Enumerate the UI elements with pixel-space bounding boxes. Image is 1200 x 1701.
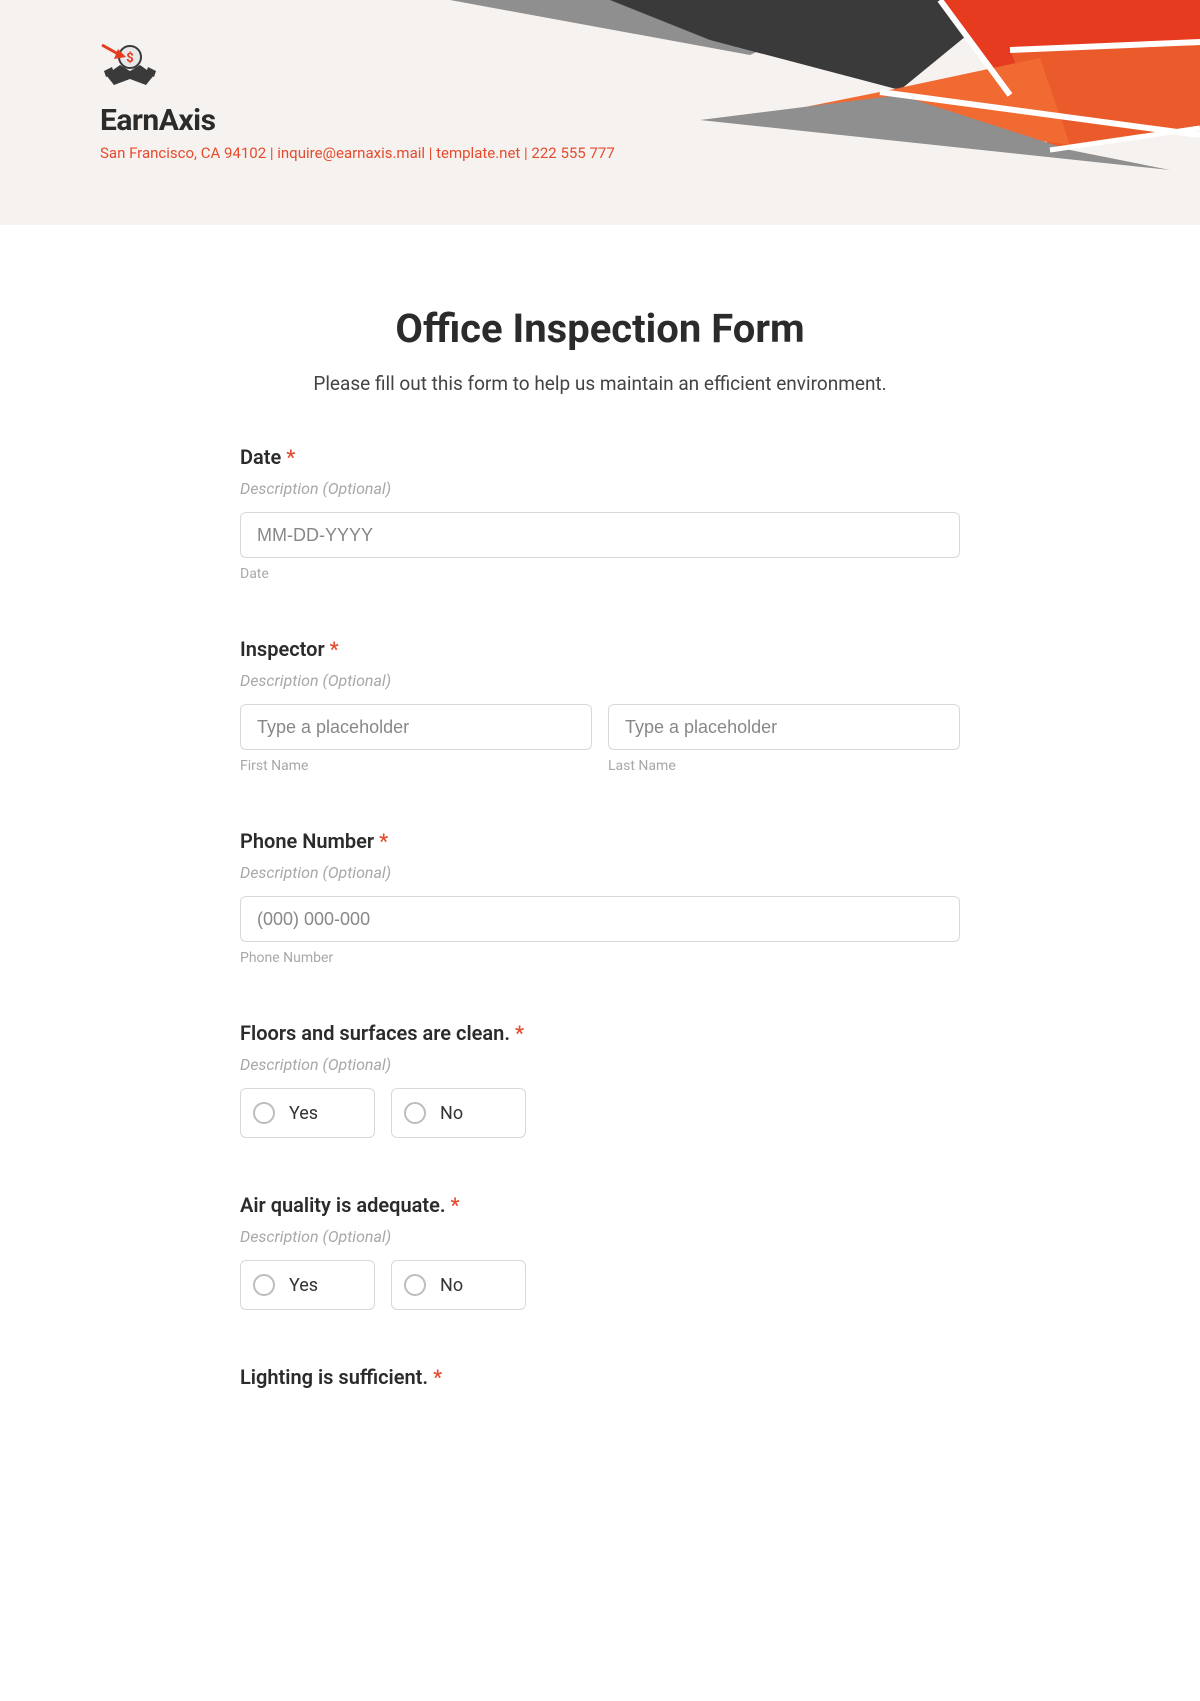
required-marker: * <box>379 829 388 853</box>
required-marker: * <box>433 1365 442 1389</box>
label-text: Lighting is sufficient. <box>240 1365 428 1389</box>
label-text: Floors and surfaces are clean. <box>240 1021 510 1045</box>
field-phone-label: Phone Number * <box>240 829 960 853</box>
inspector-last-name-input[interactable] <box>608 704 960 750</box>
field-floors-label: Floors and surfaces are clean. * <box>240 1021 960 1045</box>
field-air: Air quality is adequate. * Description (… <box>240 1193 960 1310</box>
radio-label: Yes <box>289 1275 318 1296</box>
brand-block: $ EarnAxis San Francisco, CA 94102 | inq… <box>100 35 615 162</box>
air-no-option[interactable]: No <box>391 1260 526 1310</box>
floors-no-option[interactable]: No <box>391 1088 526 1138</box>
radio-label: No <box>440 1275 463 1296</box>
field-date: Date * Description (Optional) Date <box>240 445 960 582</box>
floors-yes-option[interactable]: Yes <box>240 1088 375 1138</box>
radio-icon <box>253 1274 275 1296</box>
field-phone-desc: Description (Optional) <box>240 863 960 882</box>
brand-contact: San Francisco, CA 94102 | inquire@earnax… <box>100 144 615 162</box>
field-date-desc: Description (Optional) <box>240 479 960 498</box>
date-input[interactable] <box>240 512 960 558</box>
field-phone: Phone Number * Description (Optional) Ph… <box>240 829 960 966</box>
label-text: Date <box>240 445 281 469</box>
brand-name: EarnAxis <box>100 103 615 138</box>
field-date-label: Date * <box>240 445 960 469</box>
brand-logo-icon: $ <box>100 35 160 95</box>
field-inspector-desc: Description (Optional) <box>240 671 960 690</box>
svg-text:$: $ <box>126 51 133 66</box>
radio-icon <box>404 1274 426 1296</box>
field-lighting: Lighting is sufficient. * <box>240 1365 960 1389</box>
inspector-first-name-input[interactable] <box>240 704 592 750</box>
last-name-sublabel: Last Name <box>608 758 960 774</box>
date-sublabel: Date <box>240 566 960 582</box>
form-container: Office Inspection Form Please fill out t… <box>240 225 960 1439</box>
form-title: Office Inspection Form <box>240 305 960 352</box>
field-inspector-label: Inspector * <box>240 637 960 661</box>
air-yes-option[interactable]: Yes <box>240 1260 375 1310</box>
label-text: Air quality is adequate. <box>240 1193 446 1217</box>
required-marker: * <box>330 637 339 661</box>
required-marker: * <box>286 445 295 469</box>
radio-label: No <box>440 1103 463 1124</box>
field-air-label: Air quality is adequate. * <box>240 1193 960 1217</box>
label-text: Inspector <box>240 637 325 661</box>
field-lighting-label: Lighting is sufficient. * <box>240 1365 960 1389</box>
phone-sublabel: Phone Number <box>240 950 960 966</box>
required-marker: * <box>451 1193 460 1217</box>
radio-label: Yes <box>289 1103 318 1124</box>
form-subtitle: Please fill out this form to help us mai… <box>240 372 960 395</box>
field-air-desc: Description (Optional) <box>240 1227 960 1246</box>
field-inspector: Inspector * Description (Optional) First… <box>240 637 960 774</box>
phone-input[interactable] <box>240 896 960 942</box>
header-band: $ EarnAxis San Francisco, CA 94102 | inq… <box>0 0 1200 225</box>
label-text: Phone Number <box>240 829 374 853</box>
radio-icon <box>404 1102 426 1124</box>
field-floors-desc: Description (Optional) <box>240 1055 960 1074</box>
field-floors: Floors and surfaces are clean. * Descrip… <box>240 1021 960 1138</box>
first-name-sublabel: First Name <box>240 758 592 774</box>
required-marker: * <box>515 1021 524 1045</box>
radio-icon <box>253 1102 275 1124</box>
